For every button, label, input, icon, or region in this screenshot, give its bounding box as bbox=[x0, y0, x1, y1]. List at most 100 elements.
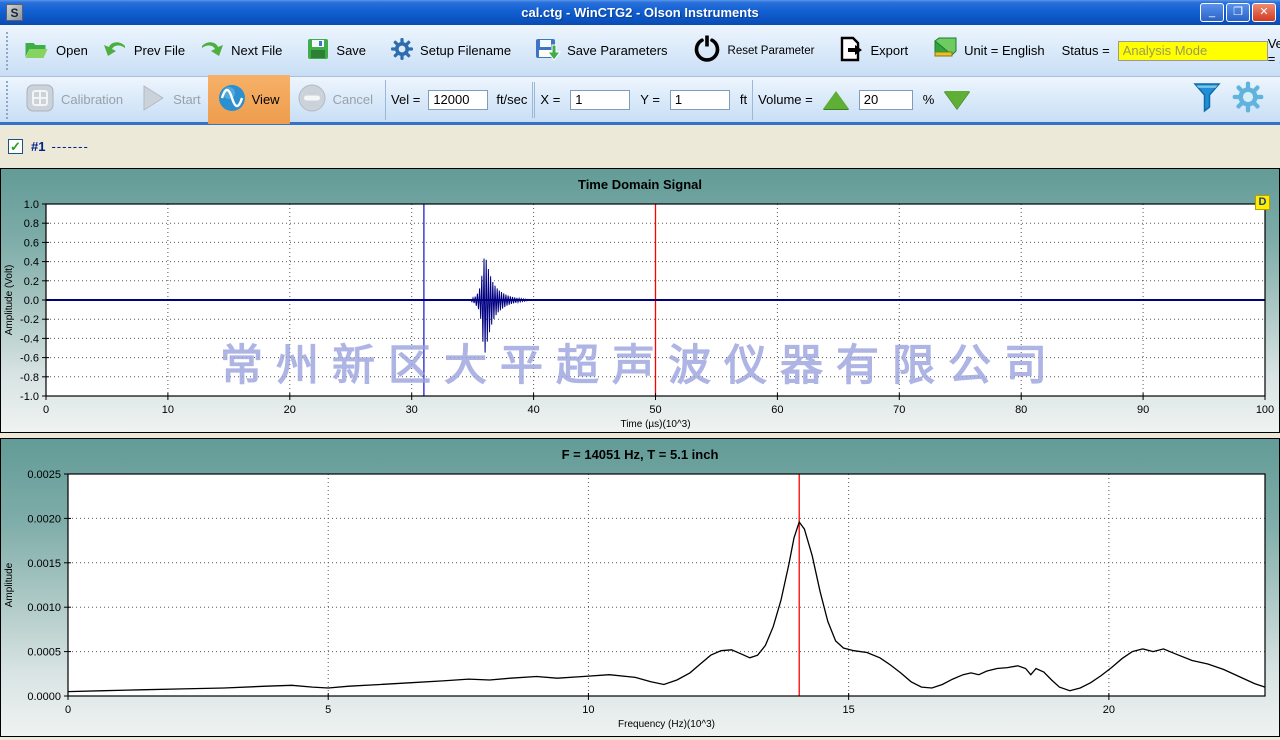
volume-down-button[interactable] bbox=[944, 91, 970, 109]
gear-icon bbox=[390, 37, 414, 64]
frequency-plot[interactable]: 051015200.00250.00200.00150.00100.00050.… bbox=[1, 439, 1280, 738]
svg-text:10: 10 bbox=[162, 404, 174, 416]
unit-box-icon bbox=[932, 37, 958, 64]
reset-parameter-button[interactable]: Reset Parameter bbox=[685, 30, 822, 71]
export-label: Export bbox=[870, 43, 908, 58]
cancel-button[interactable]: Cancel bbox=[290, 79, 380, 120]
svg-text:0.0000: 0.0000 bbox=[27, 691, 61, 703]
separator bbox=[532, 82, 533, 118]
y-input[interactable] bbox=[670, 90, 730, 110]
volume-unit-label: % bbox=[923, 92, 935, 107]
xy-unit-label: ft bbox=[740, 92, 747, 107]
y-label: Y = bbox=[640, 92, 660, 107]
time-domain-plot[interactable]: 01020304050607080901001.00.80.60.40.20.0… bbox=[1, 169, 1280, 434]
window-title: cal.ctg - WinCTG2 - Olson Instruments bbox=[0, 5, 1280, 20]
unit-button[interactable]: Unit = English bbox=[925, 33, 1052, 68]
waveform-view-icon bbox=[218, 84, 246, 115]
svg-text:-0.4: -0.4 bbox=[20, 333, 39, 345]
svg-text:0.0005: 0.0005 bbox=[27, 647, 61, 659]
minimize-button[interactable]: _ bbox=[1200, 3, 1224, 22]
svg-text:20: 20 bbox=[1103, 704, 1115, 716]
svg-text:-0.8: -0.8 bbox=[20, 372, 39, 384]
reset-parameter-label: Reset Parameter bbox=[728, 45, 815, 57]
channel-1-checkbox[interactable]: ✓ bbox=[8, 139, 23, 154]
svg-text:-1.0: -1.0 bbox=[20, 391, 39, 403]
status-label: Status = bbox=[1062, 43, 1110, 58]
calibration-icon bbox=[25, 83, 55, 116]
frequency-panel: F = 14051 Hz, T = 5.1 inch 051015200.002… bbox=[0, 438, 1280, 737]
calibration-button[interactable]: Calibration bbox=[18, 79, 130, 120]
open-folder-icon bbox=[23, 38, 50, 63]
svg-text:15: 15 bbox=[843, 704, 855, 716]
x-input[interactable] bbox=[570, 90, 630, 110]
save-label: Save bbox=[336, 43, 366, 58]
svg-text:5: 5 bbox=[325, 704, 331, 716]
maximize-button[interactable]: ❐ bbox=[1226, 3, 1250, 22]
svg-text:80: 80 bbox=[1015, 404, 1027, 416]
next-file-label: Next File bbox=[231, 43, 282, 58]
svg-text:0.4: 0.4 bbox=[24, 257, 39, 269]
view-button[interactable]: View bbox=[208, 75, 290, 124]
svg-text:60: 60 bbox=[771, 404, 783, 416]
save-button[interactable]: Save bbox=[299, 33, 373, 68]
prev-file-label: Prev File bbox=[134, 43, 185, 58]
volume-input[interactable] bbox=[859, 90, 913, 110]
velocity-input[interactable] bbox=[428, 90, 488, 110]
export-document-icon bbox=[838, 36, 864, 65]
svg-text:10: 10 bbox=[582, 704, 594, 716]
velocity-unit-label: ft/sec bbox=[496, 92, 527, 107]
svg-text:0: 0 bbox=[43, 404, 49, 416]
next-arrow-icon bbox=[199, 37, 225, 64]
svg-text:0.0010: 0.0010 bbox=[27, 602, 61, 614]
settings-gear-button[interactable] bbox=[1232, 81, 1264, 118]
prev-file-button[interactable]: Prev File bbox=[95, 33, 192, 68]
velocity-label: Vel = bbox=[391, 92, 420, 107]
titlebar: S cal.ctg - WinCTG2 - Olson Instruments … bbox=[0, 0, 1280, 25]
calibration-label: Calibration bbox=[61, 92, 123, 107]
start-label: Start bbox=[173, 92, 200, 107]
volume-up-button[interactable] bbox=[823, 91, 849, 109]
svg-text:0.0020: 0.0020 bbox=[27, 513, 61, 525]
save-parameters-button[interactable]: Save Parameters bbox=[528, 33, 674, 68]
svg-text:90: 90 bbox=[1137, 404, 1149, 416]
channel-row: ✓ #1 ------- bbox=[0, 125, 1280, 168]
svg-text:1.0: 1.0 bbox=[24, 199, 39, 211]
separator bbox=[534, 82, 535, 118]
svg-text:-0.2: -0.2 bbox=[20, 314, 39, 326]
svg-text:0.0015: 0.0015 bbox=[27, 558, 61, 570]
setup-filename-label: Setup Filename bbox=[420, 43, 511, 58]
svg-text:70: 70 bbox=[893, 404, 905, 416]
toolbar-grip bbox=[6, 81, 10, 119]
export-button[interactable]: Export bbox=[831, 32, 915, 69]
view-label: View bbox=[252, 92, 280, 107]
time-domain-panel: Time Domain Signal D 0102030405060708090… bbox=[0, 168, 1280, 433]
main-toolbar: Open Prev File Next File Save Setup File… bbox=[0, 25, 1280, 77]
filter-button[interactable] bbox=[1192, 81, 1222, 118]
svg-text:0.0: 0.0 bbox=[24, 295, 39, 307]
save-parameters-label: Save Parameters bbox=[567, 43, 667, 58]
unit-label: Unit = English bbox=[964, 43, 1045, 58]
svg-text:Time (µs)(10^3): Time (µs)(10^3) bbox=[620, 419, 690, 430]
open-button[interactable]: Open bbox=[16, 34, 95, 67]
setup-filename-button[interactable]: Setup Filename bbox=[383, 33, 518, 68]
save-floppy-icon bbox=[306, 37, 330, 64]
svg-text:30: 30 bbox=[406, 404, 418, 416]
time-domain-title: Time Domain Signal bbox=[1, 177, 1279, 192]
svg-text:40: 40 bbox=[527, 404, 539, 416]
separator bbox=[385, 80, 386, 120]
d-badge-button[interactable]: D bbox=[1255, 195, 1270, 210]
controls-toolbar: Calibration Start View Cancel Vel = ft/s… bbox=[0, 77, 1280, 125]
start-button[interactable]: Start bbox=[130, 79, 207, 120]
volume-label: Volume = bbox=[758, 92, 813, 107]
svg-text:0.8: 0.8 bbox=[24, 218, 39, 230]
svg-text:50: 50 bbox=[649, 404, 661, 416]
close-button[interactable]: ✕ bbox=[1252, 3, 1276, 22]
open-label: Open bbox=[56, 43, 88, 58]
svg-text:0.0025: 0.0025 bbox=[27, 469, 61, 481]
separator bbox=[752, 80, 753, 120]
status-field[interactable] bbox=[1118, 41, 1268, 61]
svg-text:Amplitude: Amplitude bbox=[4, 562, 15, 607]
play-icon bbox=[137, 83, 167, 116]
frequency-title: F = 14051 Hz, T = 5.1 inch bbox=[1, 447, 1279, 462]
next-file-button[interactable]: Next File bbox=[192, 33, 289, 68]
